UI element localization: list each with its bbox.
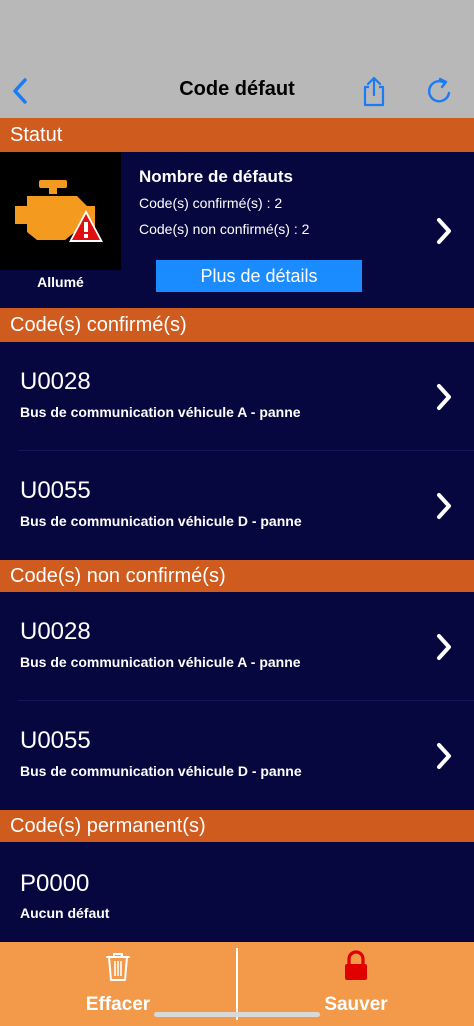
- chevron-right-icon: [432, 491, 456, 521]
- fault-description: Bus de communication véhicule D - panne: [20, 513, 302, 529]
- fault-count-title: Nombre de défauts: [139, 167, 293, 186]
- confirmed-count-text: Code(s) confirmé(s) : 2: [139, 195, 283, 211]
- chevron-right-icon: [432, 382, 456, 412]
- fault-code: U0028: [20, 368, 91, 395]
- section-header-unconfirmed: Code(s) non confirmé(s): [0, 560, 474, 592]
- list-item: P0000 Aucun défaut: [0, 842, 474, 942]
- refresh-icon: [427, 77, 451, 103]
- share-icon: [363, 76, 385, 107]
- fault-description: Aucun défaut: [20, 905, 110, 921]
- more-details-button[interactable]: Plus de détails: [156, 260, 362, 292]
- fault-code: U0055: [20, 477, 91, 504]
- section-header-permanent: Code(s) permanent(s): [0, 810, 474, 842]
- list-item[interactable]: U0028 Bus de communication véhicule A - …: [0, 592, 474, 700]
- page-title: Code défaut: [179, 78, 295, 100]
- chevron-right-icon: [432, 741, 456, 771]
- check-engine-warning-icon: [14, 180, 103, 242]
- fault-code: P0000: [20, 870, 90, 897]
- navigation-bar: Code défaut: [0, 0, 474, 118]
- fault-code: U0055: [20, 727, 91, 754]
- section-header-status: Statut: [0, 118, 474, 152]
- engine-indicator: [0, 152, 121, 270]
- list-item[interactable]: U0055 Bus de communication véhicule D - …: [0, 451, 474, 559]
- section-header-confirmed: Code(s) confirmé(s): [0, 308, 474, 342]
- lock-icon: [345, 950, 367, 980]
- unconfirmed-count-text: Code(s) non confirmé(s) : 2: [139, 221, 310, 237]
- refresh-button[interactable]: [424, 74, 456, 108]
- engine-state-label: Allumé: [37, 274, 84, 290]
- home-indicator: [154, 1012, 320, 1017]
- fault-code: U0028: [20, 618, 91, 645]
- list-item[interactable]: U0028 Bus de communication véhicule A - …: [0, 342, 474, 450]
- list-item[interactable]: U0055 Bus de communication véhicule D - …: [0, 701, 474, 809]
- status-panel[interactable]: Allumé Nombre de défauts Code(s) confirm…: [0, 152, 474, 307]
- share-button[interactable]: [358, 74, 390, 108]
- chevron-right-icon: [432, 216, 456, 246]
- fault-description: Bus de communication véhicule A - panne: [20, 404, 301, 420]
- fault-description: Bus de communication véhicule D - panne: [20, 763, 302, 779]
- chevron-right-icon: [432, 632, 456, 662]
- trash-icon: [106, 953, 130, 981]
- fault-description: Bus de communication véhicule A - panne: [20, 654, 301, 670]
